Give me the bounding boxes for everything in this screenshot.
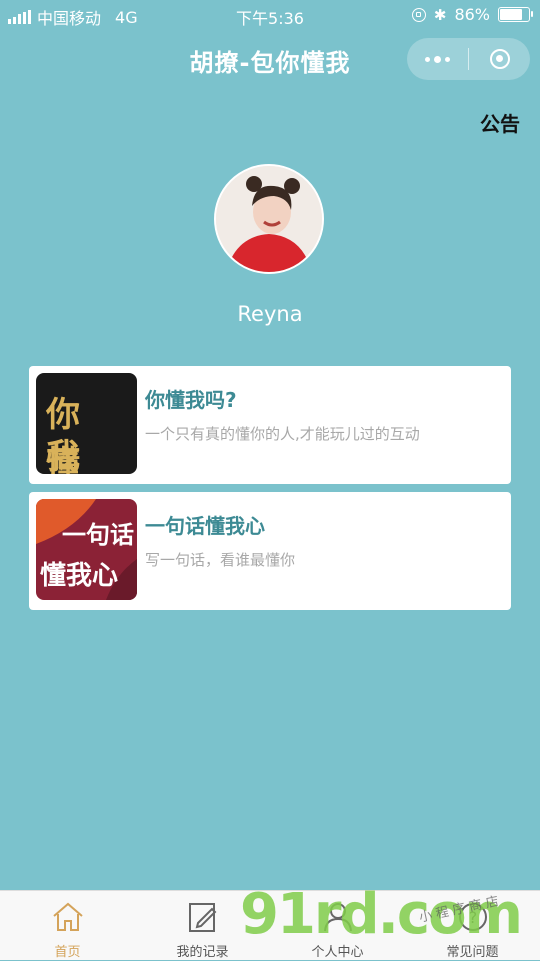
avatar-photo (216, 166, 322, 272)
avatar[interactable] (214, 164, 324, 274)
status-bar: 中国移动 4G 下午5:36 ✱ 86% (0, 0, 540, 30)
notice-link[interactable]: 公告 (480, 108, 520, 137)
card-yi-ju-hua[interactable]: 一句话 懂我心 一句话懂我心 写一句话，看谁最懂你 (29, 492, 511, 610)
orientation-lock-icon (411, 7, 426, 22)
tab-label: 常见问题 (446, 945, 499, 960)
thumb-text-top: 一句话 (62, 521, 134, 549)
username: Reyna (237, 302, 303, 326)
home-icon (52, 902, 83, 931)
battery-icon (498, 7, 533, 22)
card-thumbnail: 一句话 懂我心 (36, 499, 137, 600)
card-title: 你懂我吗? (145, 388, 237, 412)
tab-label: 个人中心 (311, 945, 364, 960)
tab-home[interactable]: 首页 (0, 891, 135, 961)
more-dots-icon[interactable] (407, 55, 468, 63)
thumb-text-bottom: 懂我心 (40, 561, 119, 591)
svg-text:?: ? (468, 908, 477, 927)
bluetooth-icon: ✱ (433, 5, 447, 24)
card-ni-dong-wo-ma[interactable]: 你 懂 我 吗 你懂我吗? 一个只有真的懂你的人,才能玩儿过的互动 (29, 366, 511, 484)
edit-note-icon (188, 903, 216, 932)
thumb-text-bottom: 我 吗 (46, 437, 84, 474)
tab-faq[interactable]: ? 常见问题 (405, 891, 540, 961)
card-title: 一句话懂我心 (145, 514, 265, 538)
help-icon: ? (458, 903, 487, 931)
close-circle-icon[interactable] (469, 49, 530, 69)
mini-program-capsule (407, 38, 530, 80)
tab-records[interactable]: 我的记录 (135, 891, 270, 961)
card-description: 一个只有真的懂你的人,才能玩儿过的互动 (145, 425, 420, 443)
battery-percent: 86% (454, 5, 490, 24)
card-description: 写一句话，看谁最懂你 (145, 551, 296, 569)
tab-profile[interactable]: 个人中心 (270, 891, 405, 961)
user-icon (323, 903, 352, 932)
tab-bar: 首页 我的记录 个人中心 ? 常见问题 (0, 890, 540, 960)
card-thumbnail: 你 懂 我 吗 (36, 373, 137, 474)
tab-label: 我的记录 (176, 945, 229, 960)
tab-label: 首页 (54, 945, 81, 960)
